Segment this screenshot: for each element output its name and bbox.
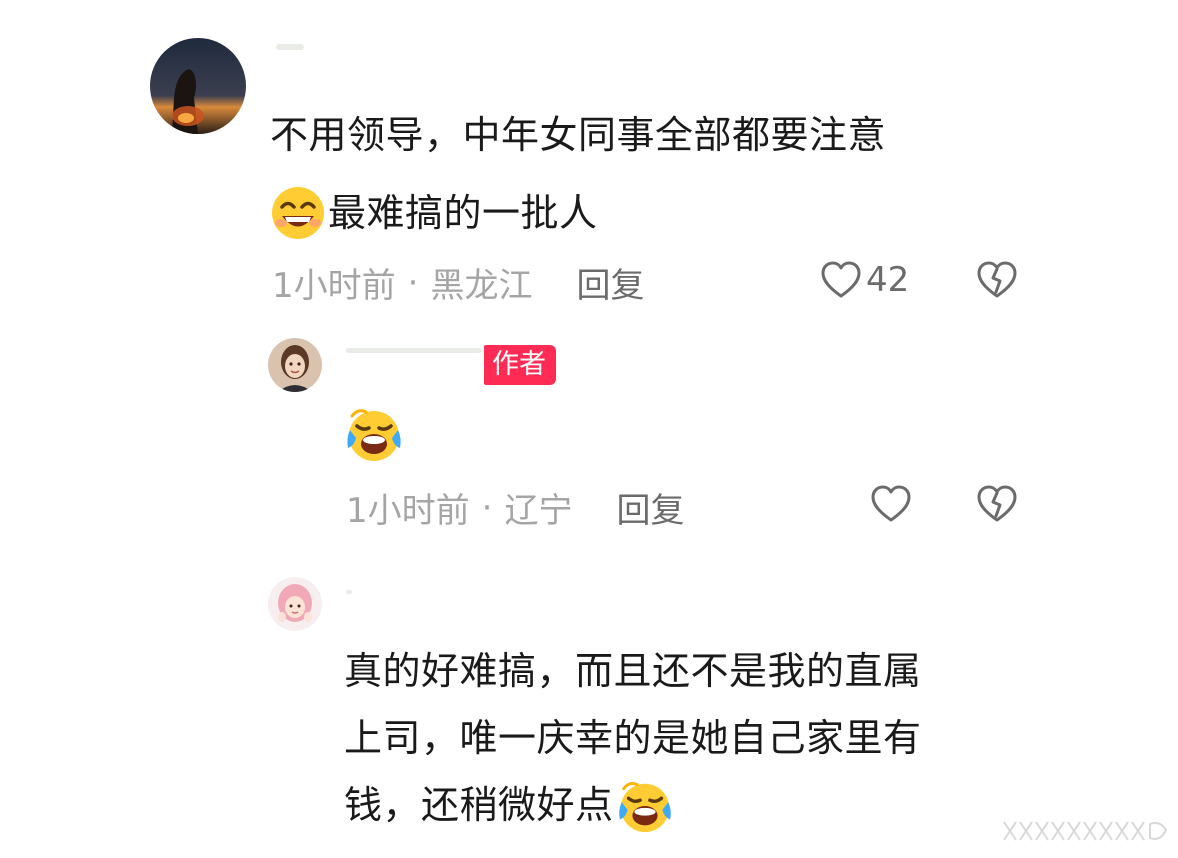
comment-1-location: 黑龙江 <box>430 266 533 306</box>
comment-3-text-line1: 真的好难搞，而且还不是我的直属 <box>344 649 922 693</box>
author-badge: 作者 <box>484 345 556 385</box>
comment-1-meta: 1小时前 · 黑龙江 回复 <box>272 258 644 307</box>
comment-2-reply-button[interactable]: 回复 <box>616 483 684 532</box>
crying-laughing-emoji-icon <box>616 777 674 835</box>
watermark-logo <box>1000 818 1170 844</box>
broken-heart-icon <box>976 260 1018 300</box>
comment-1-time: 1小时前 <box>272 266 396 306</box>
comment-3-username[interactable] <box>346 590 352 594</box>
comment-1-reply-button[interactable]: 回复 <box>576 258 644 307</box>
comment-3-text-line3-text: 钱，还稍微好点 <box>344 783 614 827</box>
comment-1-text-line2-text: 最难搞的一批人 <box>328 191 598 235</box>
comment-1-text-line1: 不用领导，中年女同事全部都要注意 <box>270 113 887 157</box>
broken-heart-icon <box>976 484 1018 524</box>
comment-2-avatar[interactable] <box>268 338 322 392</box>
comment-2-time: 1小时前 <box>346 491 470 531</box>
comment-1-dislike-button[interactable] <box>976 260 1018 300</box>
comment-1-like-button[interactable]: 42 <box>820 260 909 300</box>
crying-laughing-emoji-icon <box>344 404 404 464</box>
comment-1-text: 不用领导，中年女同事全部都要注意 最难搞的一批人 <box>270 96 1030 252</box>
comment-3-text: 真的好难搞，而且还不是我的直属 上司，唯一庆幸的是她自己家里有 钱，还稍微好点 <box>344 638 1044 839</box>
comment-2-username[interactable] <box>346 348 482 353</box>
comment-2-location: 辽宁 <box>504 491 573 531</box>
comment-1-separator: · <box>407 262 419 303</box>
comment-1-avatar[interactable] <box>150 38 246 134</box>
comment-3-text-line3: 钱，还稍微好点 <box>344 772 1044 839</box>
grinning-sweat-emoji-icon <box>270 185 326 241</box>
comment-1-text-line2: 最难搞的一批人 <box>270 174 1030 252</box>
comment-2-meta: 1小时前 · 辽宁 回复 <box>346 483 684 532</box>
comment-2-dislike-button[interactable] <box>976 484 1018 524</box>
comment-3-text-line2: 上司，唯一庆幸的是她自己家里有 <box>344 716 922 760</box>
comment-2-like-button[interactable] <box>870 484 912 524</box>
comment-1-like-count: 42 <box>866 260 910 300</box>
comment-1-username[interactable] <box>276 44 304 50</box>
comment-2-separator: · <box>481 487 493 528</box>
heart-icon <box>820 260 862 300</box>
heart-icon <box>870 484 912 524</box>
comment-3-avatar[interactable] <box>268 577 322 631</box>
